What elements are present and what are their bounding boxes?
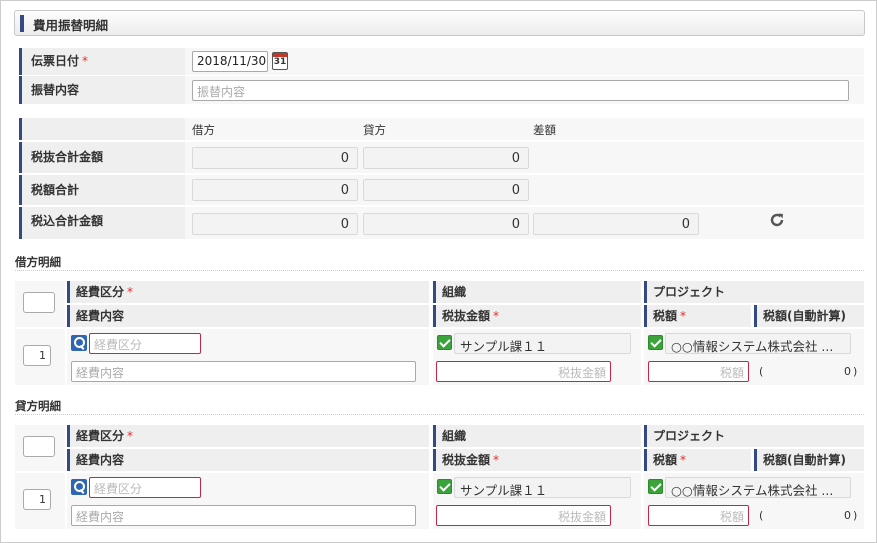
credit-org-field: サンプル課１１	[454, 477, 631, 498]
debit-org-field: サンプル課１１	[454, 333, 631, 354]
in-tax-total-label: 税込合計金額	[19, 207, 185, 239]
debit-select-all[interactable]	[23, 292, 55, 313]
debit-h-project: プロジェクト	[644, 281, 864, 303]
ex-tax-total-label: 税抜合計金額	[19, 142, 185, 173]
required-mark: *	[82, 54, 89, 68]
required-mark: *	[127, 285, 134, 299]
required-mark: *	[493, 309, 500, 323]
credit-row-no[interactable]: 1	[23, 489, 51, 510]
credit-amount-input[interactable]: 税抜金額	[436, 505, 611, 526]
checkbox-checked-icon[interactable]	[437, 335, 452, 350]
credit-h-project: プロジェクト	[644, 425, 864, 447]
credit-expense-type-input[interactable]: 経費区分	[89, 477, 201, 498]
credit-h-tax-text: 税額	[653, 453, 678, 467]
credit-select-all[interactable]	[23, 436, 55, 457]
debit-content-input[interactable]: 経費内容	[71, 361, 416, 382]
debit-row-no[interactable]: 1	[23, 345, 51, 366]
credit-h-content: 経費内容	[67, 449, 429, 471]
credit-h-expense-type: 経費区分 *	[67, 425, 429, 447]
tax-total-label: 税額合計	[19, 175, 185, 205]
calendar-icon[interactable]: 31	[272, 52, 288, 70]
totals-header-label	[19, 118, 185, 140]
debit-tax-auto-close: )	[853, 365, 858, 378]
in-tax-credit: 0	[363, 213, 529, 235]
required-mark: *	[680, 453, 687, 467]
col-diff: 差額	[533, 123, 556, 137]
header-accent-bar	[20, 15, 24, 32]
debit-h-content: 経費内容	[67, 305, 429, 327]
credit-h-tax: 税額 *	[644, 449, 751, 471]
required-mark: *	[127, 429, 134, 443]
credit-h-amount: 税抜金額 *	[433, 449, 641, 471]
date-label: 伝票日付 *	[19, 48, 185, 75]
debit-h-expense-type-text: 経費区分	[76, 285, 125, 299]
credit-tax-auto-close: )	[853, 509, 858, 522]
search-icon[interactable]	[71, 479, 87, 495]
date-input[interactable]: 2018/11/30	[192, 51, 268, 72]
credit-section-divider	[15, 414, 864, 415]
debit-h-amount: 税抜金額 *	[433, 305, 641, 327]
content-input[interactable]: 振替内容	[192, 80, 849, 101]
credit-tax-input[interactable]: 税額	[648, 505, 749, 526]
credit-content-input[interactable]: 経費内容	[71, 505, 416, 526]
credit-h-tax-auto: 税額(自動計算)	[754, 449, 864, 471]
debit-h-tax: 税額 *	[644, 305, 751, 327]
debit-h-expense-type: 経費区分 *	[67, 281, 429, 303]
ex-tax-credit: 0	[363, 147, 529, 169]
credit-project-field: ○○情報システム株式会社 ...	[665, 477, 851, 498]
date-label-text: 伝票日付	[31, 54, 80, 68]
debit-h-tax-auto: 税額(自動計算)	[754, 305, 864, 327]
in-tax-diff: 0	[533, 213, 699, 235]
debit-tax-input[interactable]: 税額	[648, 361, 749, 382]
debit-project-field: ○○情報システム株式会社 ...	[665, 333, 851, 354]
debit-section-title: 借方明細	[15, 255, 61, 269]
required-mark: *	[680, 309, 687, 323]
col-debit: 借方	[192, 123, 215, 137]
ex-tax-debit: 0	[192, 147, 358, 169]
calendar-icon-day: 31	[273, 57, 287, 67]
checkbox-checked-icon[interactable]	[648, 479, 663, 494]
debit-h-tax-text: 税額	[653, 309, 678, 323]
credit-tax-auto-value: 0	[844, 509, 851, 522]
debit-expense-type-input[interactable]: 経費区分	[89, 333, 201, 354]
col-credit: 貸方	[363, 123, 386, 137]
credit-h-amount-text: 税抜金額	[442, 453, 491, 467]
in-tax-debit: 0	[192, 213, 358, 235]
credit-h-expense-type-text: 経費区分	[76, 429, 125, 443]
refresh-icon-svg	[770, 213, 784, 227]
debit-amount-input[interactable]: 税抜金額	[436, 361, 611, 382]
tax-debit: 0	[192, 179, 358, 201]
required-mark: *	[493, 453, 500, 467]
panel: 費用振替明細 伝票日付 * 2018/11/30 31 振替内容 振替内容 借方 …	[0, 0, 877, 543]
credit-h-org: 組織	[433, 425, 641, 447]
panel-header: 費用振替明細	[14, 10, 865, 36]
search-icon[interactable]	[71, 335, 87, 351]
content-label: 振替内容	[19, 76, 185, 104]
credit-section-title: 貸方明細	[15, 399, 61, 413]
checkbox-checked-icon[interactable]	[648, 335, 663, 350]
credit-tax-auto-open: (	[759, 509, 764, 522]
panel-title: 費用振替明細	[33, 18, 109, 33]
debit-tax-auto-value: 0	[844, 365, 851, 378]
checkbox-checked-icon[interactable]	[437, 479, 452, 494]
refresh-icon[interactable]	[769, 212, 785, 228]
debit-tax-auto-open: (	[759, 365, 764, 378]
tax-credit: 0	[363, 179, 529, 201]
debit-h-amount-text: 税抜金額	[442, 309, 491, 323]
debit-h-org: 組織	[433, 281, 641, 303]
debit-section-divider	[15, 270, 864, 271]
